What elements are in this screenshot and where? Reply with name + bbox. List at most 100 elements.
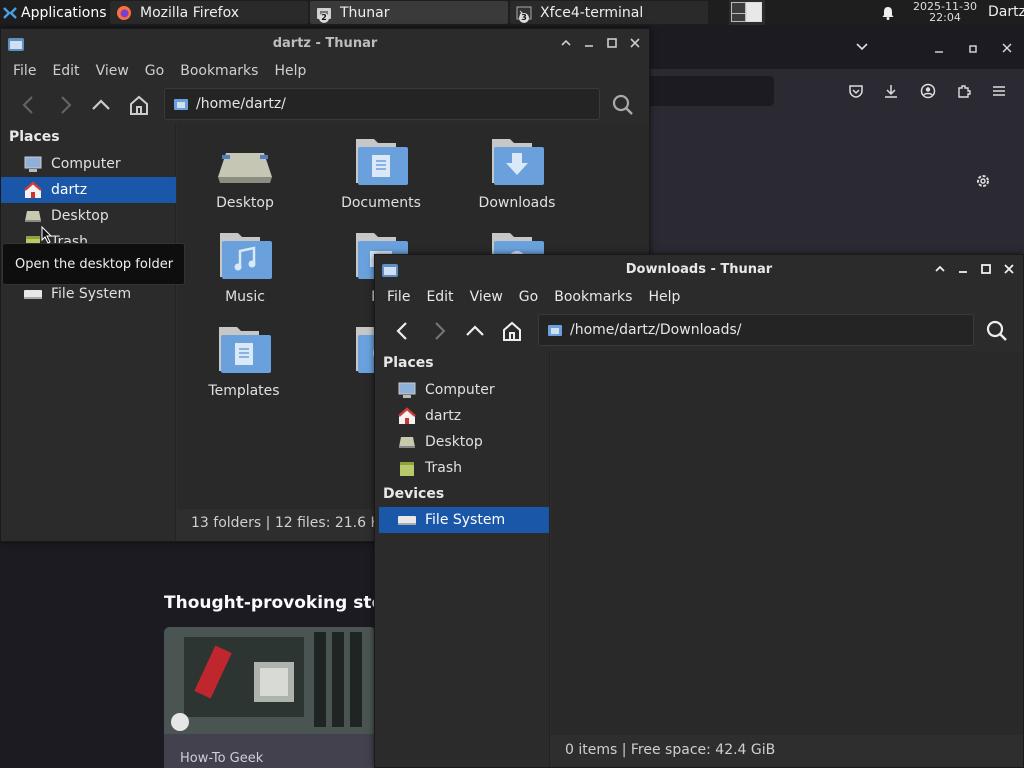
maximize-icon[interactable] [604,35,620,51]
computer-icon [398,382,416,398]
app-menu-icon[interactable] [992,84,1006,98]
workspace-badge: 2 [319,13,329,23]
close-icon[interactable] [1002,43,1012,53]
back-icon[interactable] [17,93,41,117]
folder-downloads[interactable]: Downloads [457,135,577,211]
menu-bookmarks[interactable]: Bookmarks [172,63,266,79]
menu-edit[interactable]: Edit [418,289,461,305]
sidebar-item-label: Desktop [51,208,109,224]
parent-folder-icon[interactable] [463,319,487,343]
sidebar-item-desktop[interactable]: Desktop [375,429,550,455]
close-icon[interactable] [1001,261,1017,277]
sidebar-item-computer[interactable]: Computer [1,151,176,177]
menu-edit[interactable]: Edit [44,63,87,79]
close-icon[interactable] [627,35,643,51]
places-heading: Places [383,355,434,371]
user-menu[interactable]: Dartz [988,4,1024,20]
menu-view[interactable]: View [462,289,511,305]
minimize-icon[interactable] [581,35,597,51]
sidebar: Places Computer dartz Desktop Trash Devi… [375,351,550,767]
restore-icon[interactable] [968,44,978,54]
templates-folder-icon [219,327,271,373]
parent-folder-icon[interactable] [89,93,113,117]
menu-file[interactable]: File [5,63,44,79]
menu-file[interactable]: File [379,289,418,305]
menu-help[interactable]: Help [640,289,688,305]
shade-icon[interactable] [932,261,948,277]
tooltip: Open the desktop folder [2,243,185,285]
home-icon[interactable] [500,319,524,343]
sidebar-item-file-system[interactable]: File System [379,507,549,533]
sidebar-item-label: Desktop [425,434,483,450]
sidebar-item-label: Computer [51,156,121,172]
sidebar-item-computer[interactable]: Computer [375,377,550,403]
sidebar-item-dartz[interactable]: dartz [1,177,176,203]
workspace-badge: 3 [519,13,529,23]
folder-documents[interactable]: Documents [321,135,441,211]
home-icon[interactable] [127,93,151,117]
sidebar-item-label: File System [51,286,132,302]
downloads-icon[interactable] [883,83,899,99]
list-tabs-icon[interactable] [855,42,869,52]
mouse-cursor-icon [41,226,53,244]
thunar-downloads-window: Downloads - Thunar File Edit View Go Boo… [374,254,1024,768]
minimize-icon[interactable] [955,261,971,277]
menu-help[interactable]: Help [266,63,314,79]
folder-music[interactable]: Music [185,229,305,305]
notification-bell-icon[interactable] [880,5,896,21]
folder-desktop[interactable]: Desktop [185,135,305,211]
file-view[interactable] [551,351,1023,735]
sidebar: Places Computer dartz Desktop Trash File… [1,125,176,541]
top-panel: Applications ☰ Mozilla Firefox 2 Thunar … [0,0,1024,25]
title-bar[interactable]: dartz - Thunar [1,29,649,59]
desktop-icon [399,437,415,448]
panel-clock[interactable]: 2025-11-30 22:04 [906,1,984,23]
pocket-icon[interactable] [848,83,864,99]
location-bar[interactable]: /home/dartz/ [164,88,600,120]
extensions-icon[interactable] [956,83,972,99]
stories-heading: Thought-provoking sto [164,593,384,613]
shade-icon[interactable] [558,35,574,51]
location-path: /home/dartz/ [196,96,286,112]
applications-menu-button[interactable]: Applications ☰ [0,0,128,25]
workspace-switcher[interactable] [729,0,765,25]
sidebar-item-label: Computer [425,382,495,398]
maximize-icon[interactable] [978,261,994,277]
back-icon[interactable] [391,319,415,343]
menu-bookmarks[interactable]: Bookmarks [546,289,640,305]
home-folder-icon [398,407,416,424]
places-heading: Places [9,129,60,145]
forward-icon[interactable] [427,319,451,343]
firefox-icon [117,5,131,20]
drive-icon [398,516,416,525]
window-title: dartz - Thunar [272,36,378,51]
home-folder-icon [24,181,42,198]
minimize-icon[interactable] [934,44,944,54]
folder-templates[interactable]: Templates [184,323,304,399]
taskbar-firefox-label: Mozilla Firefox [140,4,240,21]
search-icon[interactable] [985,319,1009,343]
story-source: How-To Geek [180,751,264,766]
firefox-url-bar[interactable] [640,76,774,106]
forward-icon[interactable] [53,93,77,117]
menu-go[interactable]: Go [137,63,172,79]
search-icon[interactable] [611,93,635,117]
account-icon[interactable] [920,83,936,99]
taskbar-thunar[interactable]: 2 Thunar [310,1,508,24]
sidebar-item-desktop[interactable]: Desktop [1,203,176,229]
sidebar-item-dartz[interactable]: dartz [375,403,550,429]
newtab-settings-gear-icon[interactable] [974,172,992,190]
menu-go[interactable]: Go [511,289,546,305]
status-bar: 13 folders | 12 files: 21.6 Ki [191,515,384,531]
location-bar[interactable]: /home/dartz/Downloads/ [538,314,974,346]
folder-label: Templates [208,383,280,399]
taskbar-terminal[interactable]: 3 Xfce4-terminal [510,1,708,24]
trash-icon [400,462,414,476]
sidebar-item-label: dartz [425,408,462,424]
newtab-search-area [650,139,1024,254]
story-card[interactable]: How-To Geek [164,627,376,768]
sidebar-item-trash[interactable]: Trash [375,455,550,481]
menu-view[interactable]: View [88,63,137,79]
taskbar-firefox[interactable]: Mozilla Firefox [110,1,308,24]
title-bar[interactable]: Downloads - Thunar [375,255,1023,285]
